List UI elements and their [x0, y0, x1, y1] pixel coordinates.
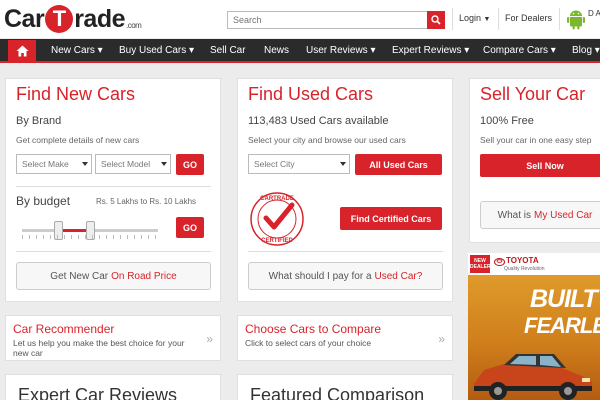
nav-sell-car[interactable]: Sell Car: [210, 45, 246, 56]
car-image-icon: [474, 354, 592, 400]
used-cars-count: 113,483 Used Cars available: [248, 115, 389, 127]
ad-brand-text: TOYOTA: [506, 256, 539, 265]
find-certified-cars-button[interactable]: Find Certified Cars: [340, 207, 442, 230]
nav-user-reviews[interactable]: User Reviews ▾: [306, 45, 376, 56]
chevron-down-icon: [82, 162, 88, 166]
login-menu[interactable]: Login ▼: [459, 13, 490, 23]
car-recommender-panel[interactable]: Car Recommender Let us help you make the…: [5, 315, 221, 361]
header-divider: [452, 8, 453, 30]
search-box: [227, 11, 445, 29]
chevron-down-icon: [340, 162, 346, 166]
cartrade-logo[interactable]: Car T rade .com: [4, 3, 142, 35]
free-label: 100% Free: [480, 115, 534, 127]
on-road-price-button[interactable]: Get New Car On Road Price: [16, 262, 211, 290]
ad-headline-1: BUILT: [530, 285, 598, 313]
divider: [16, 186, 211, 187]
sell-now-button[interactable]: Sell Now: [480, 154, 600, 177]
certified-stamp-icon: CARTRADE CERTIFIED: [250, 192, 304, 246]
search-icon: [431, 15, 441, 25]
ad-headline-2: FEARLES: [524, 313, 600, 338]
header-divider: [498, 8, 499, 30]
logo-t-circle: T: [45, 5, 74, 33]
budget-range-text: Rs. 5 Lakhs to Rs. 10 Lakhs: [96, 197, 197, 206]
home-icon: [16, 45, 28, 56]
used-car-price-button[interactable]: What should I pay for a Used Car?: [248, 262, 443, 290]
chevron-right-icon: »: [206, 332, 213, 346]
brand-go-button[interactable]: GO: [176, 154, 204, 175]
expert-reviews-title: Expert Car Reviews: [18, 385, 178, 400]
used-car-value-button[interactable]: What is My Used Car: [480, 201, 600, 229]
nav-news[interactable]: News: [264, 45, 289, 56]
car-recommender-description: Let us help you make the best choice for…: [13, 338, 185, 358]
ad-dealer-badge: NEW DEALER: [470, 255, 491, 273]
logo-suffix: .com: [126, 20, 142, 30]
by-budget-label: By budget: [16, 194, 71, 208]
logo-text-left: Car: [4, 4, 45, 33]
stamp-bottom-text: CERTIFIED: [261, 238, 293, 244]
for-dealers-link[interactable]: For Dealers: [505, 13, 552, 23]
by-brand-label: By Brand: [16, 115, 62, 127]
all-used-cars-button[interactable]: All Used Cars: [355, 154, 442, 175]
android-icon[interactable]: [566, 8, 586, 30]
header-divider: [559, 8, 560, 30]
logo-text-right: rade: [74, 4, 125, 33]
android-app-text: D A: [588, 9, 600, 18]
car-recommender-title: Car Recommender: [13, 322, 115, 336]
select-city-dropdown[interactable]: Select City: [248, 154, 350, 174]
nav-blog[interactable]: Blog ▾: [572, 45, 600, 56]
toyota-ad-banner[interactable]: NEW DEALER TOYOTA Quality Revolution BUI…: [468, 253, 600, 400]
nav-compare-cars[interactable]: Compare Cars ▾: [483, 45, 556, 56]
compare-cars-panel[interactable]: Choose Cars to Compare Click to select c…: [237, 315, 453, 361]
select-model-dropdown[interactable]: Select Model: [95, 154, 171, 174]
divider: [248, 251, 443, 252]
used-cars-description: Select your city and browse our used car…: [248, 135, 406, 145]
budget-slider-track[interactable]: [22, 221, 158, 240]
toyota-logo-icon: [494, 258, 505, 266]
search-input[interactable]: [227, 11, 427, 29]
compare-cars-description: Click to select cars of your choice: [245, 338, 372, 348]
main-nav: New Cars ▾ Buy Used Cars ▾ Sell Car News…: [0, 39, 600, 63]
chevron-right-icon: »: [438, 332, 445, 346]
nav-buy-used-cars[interactable]: Buy Used Cars ▾: [119, 45, 194, 56]
chevron-down-icon: [161, 162, 167, 166]
divider: [16, 251, 211, 252]
find-used-cars-title: Find Used Cars: [248, 84, 374, 104]
budget-go-button[interactable]: GO: [176, 217, 204, 238]
find-new-cars-title: Find New Cars: [16, 84, 136, 104]
site-header: Car T rade .com Login ▼ For Dealers D A: [0, 0, 600, 38]
sell-car-title: Sell Your Car: [480, 84, 586, 104]
search-button[interactable]: [427, 11, 445, 29]
nav-expert-reviews[interactable]: Expert Reviews ▾: [392, 45, 469, 56]
stamp-top-text: CARTRADE: [260, 196, 294, 202]
sell-car-description: Sell your car in one easy step: [480, 135, 592, 145]
compare-cars-title: Choose Cars to Compare: [245, 322, 382, 336]
featured-comparison-title: Featured Comparison: [250, 385, 425, 400]
home-button[interactable]: [8, 40, 36, 61]
nav-new-cars[interactable]: New Cars ▾: [51, 45, 103, 56]
select-make-dropdown[interactable]: Select Make: [16, 154, 92, 174]
login-label: Login: [459, 13, 482, 23]
brand-description: Get complete details of new cars: [16, 135, 140, 145]
ad-tagline: Quality Revolution: [504, 266, 545, 272]
budget-slider-ticks: [22, 235, 158, 239]
chevron-down-icon: ▼: [483, 16, 491, 23]
